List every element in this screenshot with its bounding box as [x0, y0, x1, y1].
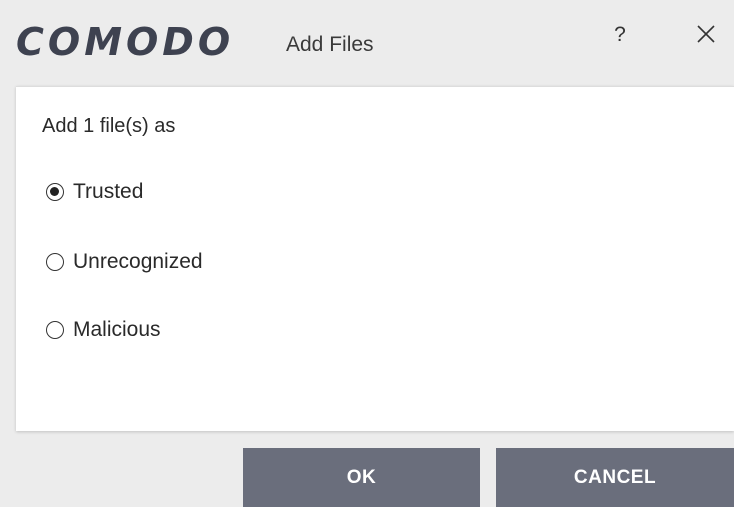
radio-option-trusted[interactable]: Trusted	[46, 178, 143, 206]
radio-button-icon[interactable]	[46, 253, 64, 271]
radio-button-icon[interactable]	[46, 321, 64, 339]
radio-label: Unrecognized	[73, 250, 203, 273]
prompt-text: Add 1 file(s) as	[42, 115, 176, 137]
options-panel: Add 1 file(s) as Trusted Unrecognized Ma…	[16, 86, 734, 431]
title-bar: COMODO Add Files ?	[0, 0, 734, 86]
comodo-logo: COMODO	[16, 20, 235, 64]
close-icon	[697, 25, 715, 43]
radio-label: Trusted	[73, 180, 144, 203]
help-button[interactable]: ?	[608, 20, 632, 50]
ok-button[interactable]: OK	[243, 448, 480, 507]
cancel-button[interactable]: CANCEL	[496, 448, 734, 507]
dialog-title: Add Files	[286, 33, 374, 56]
radio-option-malicious[interactable]: Malicious	[46, 316, 161, 344]
close-button[interactable]	[692, 18, 720, 50]
radio-option-unrecognized[interactable]: Unrecognized	[46, 248, 203, 276]
radio-button-icon[interactable]	[46, 183, 64, 201]
radio-label: Malicious	[73, 318, 161, 341]
